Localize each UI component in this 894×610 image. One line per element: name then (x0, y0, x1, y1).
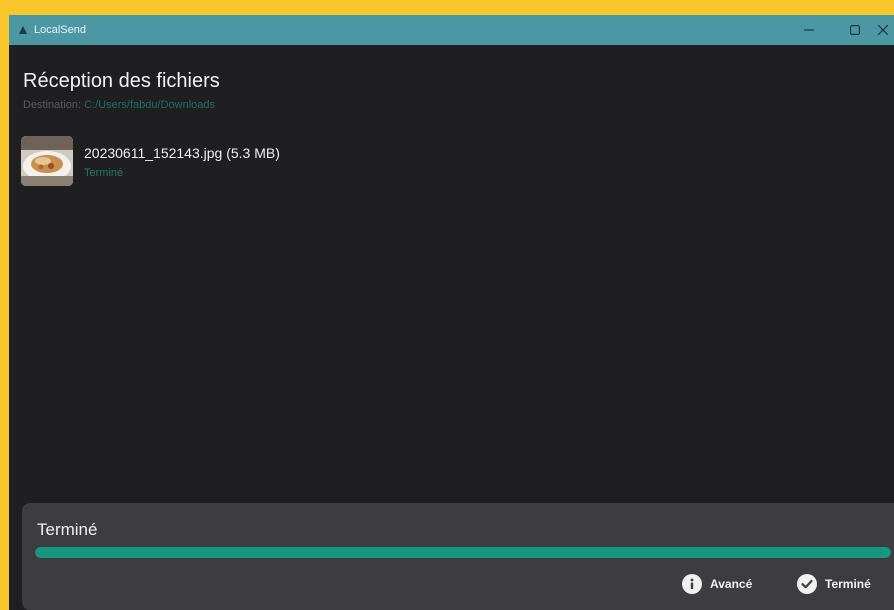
progress-fill (35, 547, 891, 558)
maximize-button[interactable] (832, 15, 878, 45)
destination-label: Destination: (23, 99, 82, 111)
destination-path-link[interactable]: C:/Users/fabdu/Downloads (84, 99, 215, 111)
page-title: Réception des fichiers (23, 70, 220, 92)
file-name: 20230611_152143.jpg (5.3 MB) (84, 145, 280, 161)
title-bar[interactable]: LocalSend (9, 15, 894, 45)
info-icon (682, 574, 702, 594)
close-icon (878, 25, 888, 35)
maximize-icon (850, 25, 860, 35)
transfer-progress-bar (35, 547, 891, 558)
advanced-button[interactable]: Avancé (682, 573, 752, 595)
destination-line: Destination: C:/Users/fabdu/Downloads (23, 99, 215, 111)
close-button[interactable] (878, 15, 894, 45)
file-list-item: 20230611_152143.jpg (5.3 MB) Terminé (21, 133, 521, 187)
minimize-button[interactable] (786, 15, 832, 45)
minimize-icon (804, 29, 814, 31)
done-label: Terminé (825, 577, 871, 591)
file-status: Terminé (84, 167, 124, 179)
window-controls (786, 15, 894, 45)
localsend-window: LocalSend Réception des fichiers Destina… (9, 15, 894, 610)
transfer-status-title: Terminé (37, 520, 98, 539)
localsend-logo-icon (18, 25, 28, 35)
advanced-label: Avancé (710, 577, 753, 591)
food-photo-thumbnail[interactable] (21, 136, 73, 186)
done-button[interactable]: Terminé (797, 573, 871, 595)
transfer-status-panel: Terminé Avancé Terminé (22, 503, 894, 610)
window-title: LocalSend (34, 24, 86, 36)
check-circle-icon (797, 574, 817, 594)
